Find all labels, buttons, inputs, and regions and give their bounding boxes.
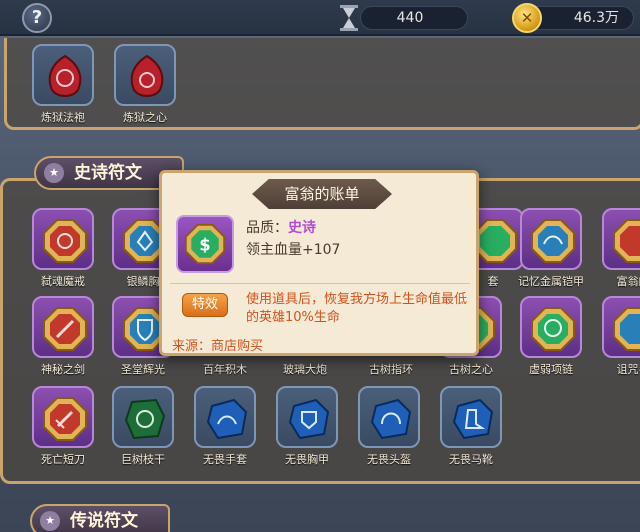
resource-a-counter: 440	[360, 6, 468, 30]
rune-item[interactable]: 富翁的	[598, 208, 640, 289]
rune-label: 虚弱项链	[529, 363, 573, 376]
rune-slot[interactable]	[32, 44, 94, 106]
rune-item[interactable]: 神秘之剑	[28, 296, 98, 377]
rune-label: 炼狱之心	[123, 111, 167, 124]
rune-item[interactable]: 无畏手套	[190, 386, 260, 467]
rune-label: 无畏胸甲	[285, 453, 329, 466]
rune-label: 富翁的	[616, 275, 640, 288]
rune-label: 巨树枝干	[121, 453, 165, 466]
rune-label: 诅咒手	[616, 363, 640, 376]
star-icon: ★	[44, 163, 64, 183]
blue-stone-icon	[206, 398, 248, 440]
sword-rune-icon	[43, 307, 87, 351]
necklace-rune-icon	[531, 307, 575, 351]
rune-slot[interactable]	[440, 386, 502, 448]
rune-slot[interactable]	[114, 44, 176, 106]
rune-label: 古树指环	[369, 363, 413, 376]
divider	[170, 283, 470, 284]
quality-line: 品质：史诗	[246, 217, 316, 237]
red-gem-icon	[130, 54, 164, 97]
special-effect-text: 使用道具后，恢复我方场上生命值最低的英雄10%生命	[246, 292, 468, 325]
green-stone-icon	[124, 398, 166, 440]
rune-item[interactable]: 记忆金属铠甲	[516, 208, 586, 289]
rune-item[interactable]: 无畏马靴	[436, 386, 506, 467]
popup-item-slot: $	[176, 215, 234, 273]
rune-item[interactable]: 巨树枝干	[108, 386, 178, 467]
rune-label: 神秘之剑	[41, 363, 85, 376]
rune-label: 死亡短刀	[41, 453, 85, 466]
legend-runes-title: 传说符文	[70, 511, 138, 531]
rune-label: 百年积木	[203, 363, 247, 376]
rune-item[interactable]: 死亡短刀	[28, 386, 98, 467]
rune-item[interactable]: 炼狱之心	[110, 44, 180, 125]
item-detail-popup: 富翁的账单 $ 品质：史诗 领主血量+107 特效 使用道具后，恢复我方场上生命…	[159, 170, 479, 356]
dollar-symbol: $	[199, 235, 210, 254]
blue-stone-icon	[452, 398, 494, 440]
blue-stone-icon	[370, 398, 412, 440]
previous-section-panel	[4, 38, 640, 130]
rune-slot[interactable]	[112, 386, 174, 448]
popup-title: 富翁的账单	[252, 179, 392, 209]
dollar-rune-icon: $	[184, 223, 226, 265]
rune-slot[interactable]	[32, 296, 94, 358]
quality-label: 品质：	[246, 220, 288, 236]
rune-slot[interactable]	[32, 386, 94, 448]
top-bar: ? 440 46.3万 ✕	[0, 0, 640, 36]
blue-stone-icon	[288, 398, 330, 440]
red-octagon-rune-icon	[613, 219, 640, 263]
rune-label: 无畏头盔	[367, 453, 411, 466]
rune-item[interactable]: 无畏胸甲	[272, 386, 342, 467]
blue-octagon-rune-icon	[531, 219, 575, 263]
rune-item[interactable]: 诅咒手	[598, 296, 640, 377]
resource-b-counter: 46.3万	[526, 6, 634, 30]
glove-rune-icon	[613, 307, 640, 351]
coin-icon: ✕	[512, 3, 542, 33]
rune-item[interactable]: 弑魂魔戒	[28, 208, 98, 289]
special-effect-button[interactable]: 特效	[182, 293, 228, 317]
rune-label: 记忆金属铠甲	[518, 275, 584, 288]
hourglass-icon	[340, 5, 358, 31]
rune-slot[interactable]	[520, 208, 582, 270]
rune-label: 圣堂辉光	[121, 363, 165, 376]
rune-slot[interactable]	[602, 208, 640, 270]
dagger-rune-icon	[43, 397, 87, 441]
rune-label: 无畏马靴	[449, 453, 493, 466]
rune-slot[interactable]	[520, 296, 582, 358]
rune-slot[interactable]	[32, 208, 94, 270]
help-button[interactable]: ?	[22, 3, 52, 33]
legend-runes-tab[interactable]: ★ 传说符文	[30, 504, 170, 532]
red-gem-icon	[48, 54, 82, 97]
rune-label: 古树之心	[449, 363, 493, 376]
rune-slot[interactable]	[276, 386, 338, 448]
rune-slot[interactable]	[194, 386, 256, 448]
rune-label: 炼狱法袍	[41, 111, 85, 124]
stat-effect: 领主血量+107	[246, 242, 341, 258]
item-source: 来源：商店购买	[172, 339, 264, 354]
rune-slot[interactable]	[358, 386, 420, 448]
quality-value: 史诗	[288, 220, 316, 236]
rune-label: 玻璃大炮	[283, 363, 327, 376]
red-octagon-rune-icon	[43, 219, 87, 263]
rune-label: 弑魂魔戒	[41, 275, 85, 288]
epic-runes-title: 史诗符文	[74, 163, 142, 183]
rune-item[interactable]: 炼狱法袍	[28, 44, 98, 125]
rune-item[interactable]: 无畏头盔	[354, 386, 424, 467]
star-icon: ★	[40, 511, 60, 531]
rune-label: 无畏手套	[203, 453, 247, 466]
rune-slot[interactable]	[602, 296, 640, 358]
rune-item[interactable]: 虚弱项链	[516, 296, 586, 377]
